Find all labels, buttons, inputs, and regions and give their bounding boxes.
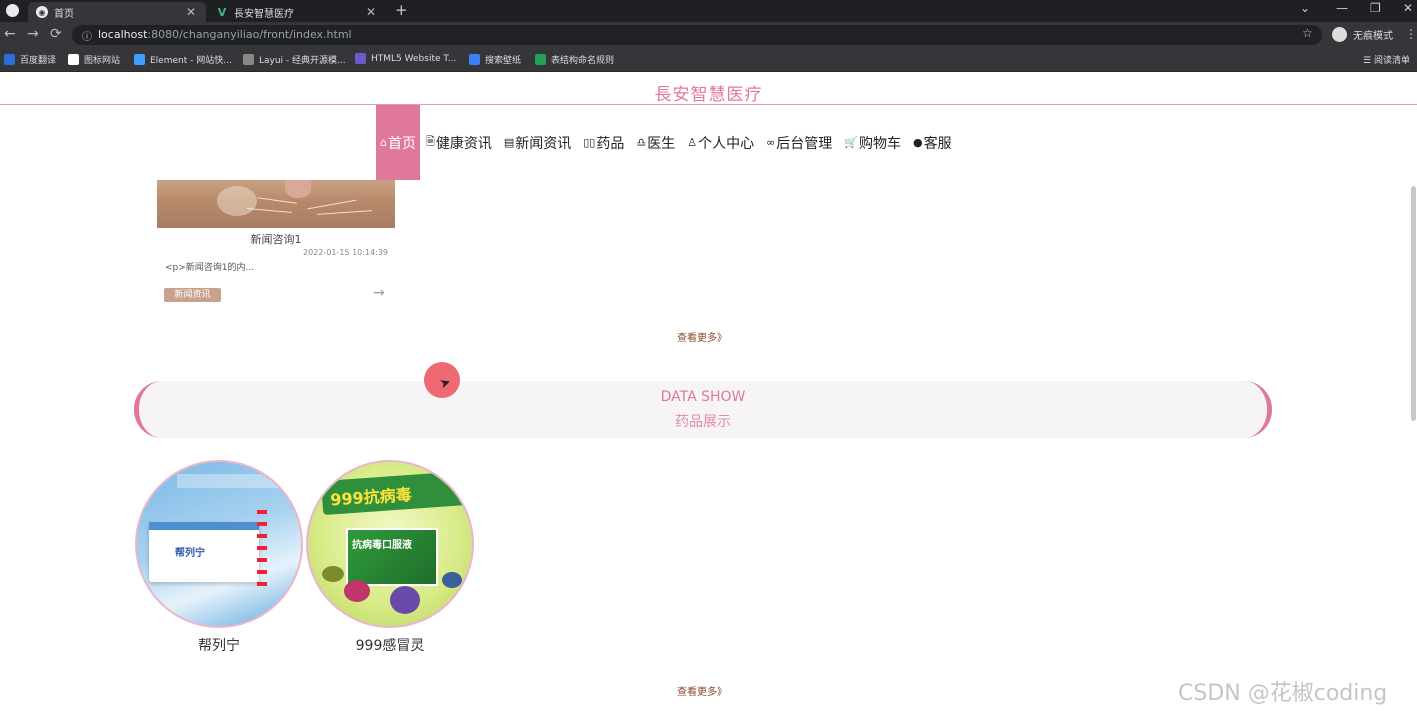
incognito-icon <box>1332 27 1347 42</box>
section-banner: DATA SHOW 药品展示 <box>134 381 1272 438</box>
menu-icon[interactable]: ⋮ <box>1405 27 1417 41</box>
nav-item-service[interactable]: ● 客服 <box>907 105 958 180</box>
nav-item-doctor[interactable]: ♎ 医生 <box>630 105 681 180</box>
banner-title-cn: 药品展示 <box>675 414 731 430</box>
product-name[interactable]: 帮列宁 <box>135 635 303 655</box>
home-icon: ⌂ <box>380 136 387 149</box>
nav-item-news[interactable]: ▤ 新闻资讯 <box>498 105 577 180</box>
nav-item-profile[interactable]: ♙ 个人中心 <box>681 105 760 180</box>
wallpaper-icon <box>469 54 480 65</box>
reading-list-button[interactable]: ☰ 阅读清单 <box>1363 53 1410 66</box>
forward-button[interactable]: → <box>27 26 39 42</box>
bookmark-item[interactable]: 搜索壁纸 <box>469 53 521 66</box>
news-card-title[interactable]: 新闻咨询1 <box>157 231 395 247</box>
reload-button[interactable]: ⟳ <box>50 26 62 42</box>
flag-icon <box>68 54 79 65</box>
news-category-badge: 新闻资讯 <box>164 288 221 302</box>
banner-title-en: DATA SHOW <box>660 389 746 405</box>
minimize-button[interactable]: — <box>1336 1 1348 15</box>
chevron-down-icon[interactable]: ⌄ <box>1300 1 1310 15</box>
site-title: 長安智慧医疗 <box>654 85 763 105</box>
layui-icon <box>243 54 254 65</box>
nav-item-medicine[interactable]: ▯▯ 药品 <box>577 105 630 180</box>
bookmarks-bar: 百度翻译 图标网站 Element - 网站快... Layui - 经典开源模… <box>0 48 1417 72</box>
doctor-icon: ♎ <box>636 136 647 149</box>
nav-item-health-news[interactable]: 🗎 健康资讯 <box>420 105 498 180</box>
bookmark-star-icon[interactable]: ☆ <box>1302 26 1313 40</box>
nav-item-cart[interactable]: 🛒 购物车 <box>838 105 907 180</box>
document-icon: 🗎 <box>425 135 435 148</box>
tab-home[interactable]: ◉ 首页 ✕ <box>28 2 206 22</box>
watermark: CSDN @花椒coding <box>1178 681 1388 706</box>
pill-icon: ▯▯ <box>583 136 596 149</box>
product-name[interactable]: 999感冒灵 <box>306 635 474 655</box>
info-icon[interactable]: ⓘ <box>82 28 92 43</box>
arrow-right-icon[interactable]: → <box>373 285 385 301</box>
bookmark-item[interactable]: Layui - 经典开源模... <box>243 53 346 66</box>
cart-icon: 🛒 <box>844 136 858 149</box>
bookmark-item[interactable]: 表结构命名规则 <box>535 53 614 66</box>
vue-logo-icon: V <box>217 5 227 19</box>
address-toolbar: ← → ⟳ ⓘ localhost:8080/changanyiliao/fro… <box>0 22 1417 48</box>
browser-tab-bar: ◉ 首页 ✕ V 長安智慧医疗 ✕ + ⌄ — ❐ ✕ <box>0 0 1417 22</box>
restore-button[interactable]: ❐ <box>1370 1 1381 15</box>
link-icon: ∞ <box>766 136 776 149</box>
news-card-image[interactable] <box>157 180 395 228</box>
incognito-indicator[interactable]: 无痕模式 <box>1332 27 1393 42</box>
news-icon: ▤ <box>503 136 515 149</box>
close-tab-icon[interactable]: ✕ <box>366 5 376 19</box>
back-button[interactable]: ← <box>4 26 16 42</box>
product-image[interactable]: 999抗病毒 抗病毒口服液 <box>306 460 474 628</box>
news-more-link[interactable]: 查看更多》 <box>677 329 727 344</box>
browser-logo-icon <box>6 4 19 17</box>
table-icon <box>535 54 546 65</box>
news-card-time: 2022-01-15 10:14:39 <box>303 248 388 257</box>
tab-title: 首页 <box>54 8 74 20</box>
element-icon <box>134 54 145 65</box>
bookmark-item[interactable]: 图标网站 <box>68 53 120 66</box>
bookmark-item[interactable]: 百度翻译 <box>4 53 56 66</box>
translate-icon <box>4 54 15 65</box>
chat-icon: ● <box>912 136 923 149</box>
close-window-button[interactable]: ✕ <box>1403 1 1413 15</box>
products-more-link[interactable]: 查看更多》 <box>677 683 727 698</box>
news-card-summary: <p>新闻咨询1的内... <box>165 263 255 273</box>
url-input[interactable]: ⓘ localhost:8080/changanyiliao/front/ind… <box>72 25 1322 45</box>
nav-item-home[interactable]: ⌂ 首页 <box>376 105 420 180</box>
html5-icon <box>355 53 366 64</box>
new-tab-button[interactable]: + <box>395 1 408 19</box>
main-nav: ⌂ 首页 🗎 健康资讯 ▤ 新闻资讯 ▯▯ 药品 ♎ 医生 ♙ 个人中心 ∞ 后台管理 🛒 购物… <box>376 105 958 180</box>
tab-changan[interactable]: V 長安智慧医疗 ✕ <box>208 2 386 22</box>
nav-item-admin[interactable]: ∞ 后台管理 <box>760 105 838 180</box>
bookmark-item[interactable]: HTML5 Website T... <box>355 53 456 64</box>
user-icon: ♙ <box>687 136 698 149</box>
url-text: localhost:8080/changanyiliao/front/index… <box>98 28 352 41</box>
globe-icon: ◉ <box>36 6 48 18</box>
scrollbar[interactable] <box>1411 186 1416 421</box>
page-content: 長安智慧医疗 ⌂ 首页 🗎 健康资讯 ▤ 新闻资讯 ▯▯ 药品 ♎ 医生 ♙ 个人中心 ∞ 后… <box>0 72 1417 717</box>
tab-title: 長安智慧医疗 <box>234 8 294 20</box>
close-tab-icon[interactable]: ✕ <box>186 5 196 19</box>
product-image[interactable]: 帮列宁 <box>135 460 303 628</box>
bookmark-item[interactable]: Element - 网站快... <box>134 53 232 66</box>
